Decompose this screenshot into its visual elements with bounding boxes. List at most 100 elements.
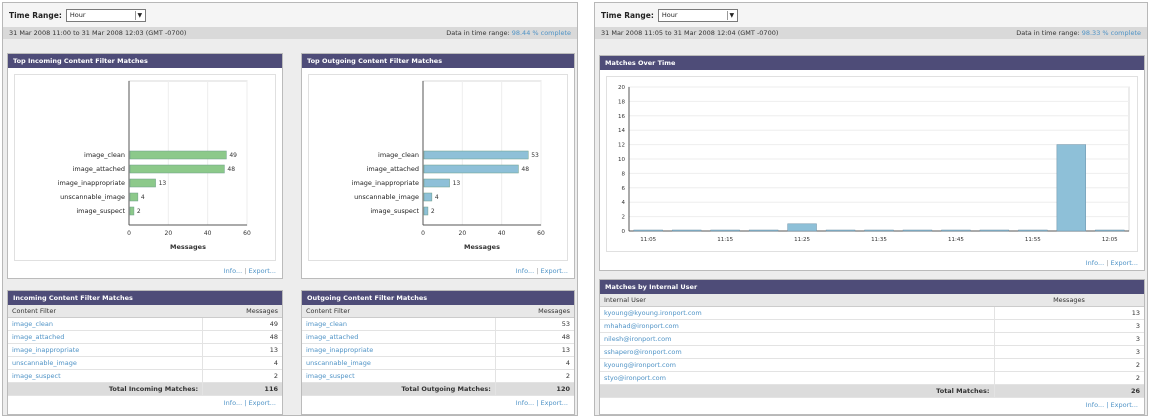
x-tick-label: 11:15 — [717, 237, 733, 243]
category-label: image_clean — [378, 151, 419, 159]
table-row: mhahad@ironport.com 3 — [600, 319, 1144, 333]
column-header-filter[interactable]: Content Filter — [8, 305, 203, 318]
incoming-table-panel: Incoming Content Filter Matches Content … — [7, 290, 283, 415]
time-range-row: Time Range: Hour ▼ — [595, 3, 1147, 27]
chevron-down-icon[interactable]: ▼ — [134, 10, 144, 20]
time-range-label: Time Range: — [9, 10, 62, 20]
link-separator: | — [536, 267, 539, 275]
info-link[interactable]: Info... — [516, 399, 534, 407]
link-separator: | — [244, 267, 247, 275]
table-links: Info... | Export... — [8, 396, 282, 410]
y-tick-label: 12 — [618, 143, 625, 149]
table-row: image_suspect 2 — [302, 369, 574, 383]
message-count: 49 — [202, 317, 282, 331]
category-label: image_suspect — [370, 207, 419, 215]
link-separator: | — [244, 399, 247, 407]
data-label: 49 — [229, 152, 237, 159]
total-row: Total Outgoing Matches: 120 — [302, 382, 574, 396]
export-link[interactable]: Export... — [541, 399, 568, 407]
export-link[interactable]: Export... — [249, 267, 276, 275]
data-range-label: Data in time range: — [1016, 29, 1080, 37]
column-header-filter[interactable]: Content Filter — [302, 305, 496, 318]
table-row: nilesh@ironport.com 3 — [600, 332, 1144, 346]
message-count: 13 — [494, 343, 574, 357]
time-range-select[interactable]: Hour ▼ — [65, 8, 146, 22]
y-tick-label: 20 — [618, 85, 625, 91]
x-tick-label: 11:35 — [871, 237, 887, 243]
data-label: 48 — [521, 166, 529, 173]
column-header-user[interactable]: Internal User — [600, 294, 994, 307]
right-report-window: Time Range: Hour ▼ 31 Mar 2008 11:05 to … — [594, 2, 1148, 416]
export-link[interactable]: Export... — [1111, 259, 1138, 267]
x-tick-label: 20 — [459, 230, 467, 237]
bar — [129, 178, 156, 188]
bar — [423, 178, 450, 188]
filter-link[interactable]: image_attached — [302, 330, 496, 344]
category-label: image_attached — [367, 165, 419, 173]
filter-link[interactable]: image_clean — [302, 317, 496, 331]
data-complete-status: Data in time range: 98.44 % complete — [446, 29, 571, 37]
bar — [979, 229, 1010, 232]
export-link[interactable]: Export... — [541, 267, 568, 275]
filter-link[interactable]: image_inappropriate — [8, 343, 203, 357]
data-complete-status: Data in time range: 98.33 % complete — [1016, 29, 1141, 37]
x-axis-label: Messages — [170, 243, 206, 251]
bar — [864, 229, 894, 232]
chart-links: Info... | Export... — [1086, 259, 1138, 267]
user-link[interactable]: kyoung@kyoung.ironport.com — [600, 306, 994, 320]
table-row: styo@ironport.com 2 — [600, 371, 1144, 385]
table-row: image_attached 48 — [8, 330, 282, 344]
bar — [748, 229, 779, 232]
data-range-value[interactable]: 98.44 % complete — [512, 29, 571, 37]
panel-title: Top Incoming Content Filter Matches — [8, 54, 282, 68]
table-links: Info... | Export... — [600, 398, 1144, 412]
user-link[interactable]: mhahad@ironport.com — [600, 319, 994, 333]
x-tick-label: 60 — [537, 230, 545, 237]
message-count: 3 — [993, 345, 1144, 359]
message-count: 13 — [202, 343, 282, 357]
column-header-messages[interactable]: Messages — [495, 305, 574, 318]
user-link[interactable]: styo@ironport.com — [600, 371, 994, 385]
data-range-label: Data in time range: — [446, 29, 510, 37]
user-link[interactable]: kyoung@ironport.com — [600, 358, 994, 372]
table-row: image_clean 49 — [8, 317, 282, 331]
table-row: unscannable_image 4 — [8, 356, 282, 370]
export-link[interactable]: Export... — [1111, 401, 1138, 409]
total-label: Total Matches: — [600, 384, 994, 398]
incoming-filter-table: Content Filter Messages image_clean 49 im… — [8, 305, 282, 396]
column-header-messages[interactable]: Messages — [994, 294, 1144, 307]
panel-title: Matches Over Time — [600, 56, 1144, 70]
filter-link[interactable]: image_suspect — [302, 369, 496, 383]
bar — [633, 229, 663, 232]
time-range-select[interactable]: Hour ▼ — [657, 8, 738, 22]
info-link[interactable]: Info... — [224, 267, 242, 275]
column-header-messages[interactable]: Messages — [202, 305, 282, 318]
info-link[interactable]: Info... — [1086, 259, 1104, 267]
bar — [710, 229, 740, 232]
filter-link[interactable]: image_inappropriate — [302, 343, 496, 357]
x-tick-label: 12:05 — [1102, 237, 1118, 243]
incoming-bar-chart: 0 20 40 60 image_clean 49 image_attached 48 imag… — [58, 80, 251, 251]
message-count: 3 — [993, 332, 1144, 346]
info-link[interactable]: Info... — [1086, 401, 1104, 409]
incoming-chart-panel: Top Incoming Content Filter Matches 0 20 4… — [7, 53, 283, 279]
info-link[interactable]: Info... — [516, 267, 534, 275]
filter-link[interactable]: unscannable_image — [8, 356, 203, 370]
user-link[interactable]: nilesh@ironport.com — [600, 332, 994, 346]
bar — [1018, 229, 1048, 232]
data-range-value[interactable]: 98.33 % complete — [1082, 29, 1141, 37]
total-value: 116 — [202, 382, 282, 396]
filter-link[interactable]: unscannable_image — [302, 356, 496, 370]
user-link[interactable]: sshapero@ironport.com — [600, 345, 994, 359]
filter-link[interactable]: image_suspect — [8, 369, 203, 383]
export-link[interactable]: Export... — [249, 399, 276, 407]
table-row: image_inappropriate 13 — [302, 343, 574, 357]
info-link[interactable]: Info... — [224, 399, 242, 407]
message-count: 3 — [993, 319, 1144, 333]
filter-link[interactable]: image_clean — [8, 317, 203, 331]
filter-link[interactable]: image_attached — [8, 330, 203, 344]
table-row: sshapero@ironport.com 3 — [600, 345, 1144, 359]
y-tick-label: 2 — [622, 215, 626, 221]
data-label: 4 — [141, 194, 145, 201]
chevron-down-icon[interactable]: ▼ — [726, 10, 736, 20]
